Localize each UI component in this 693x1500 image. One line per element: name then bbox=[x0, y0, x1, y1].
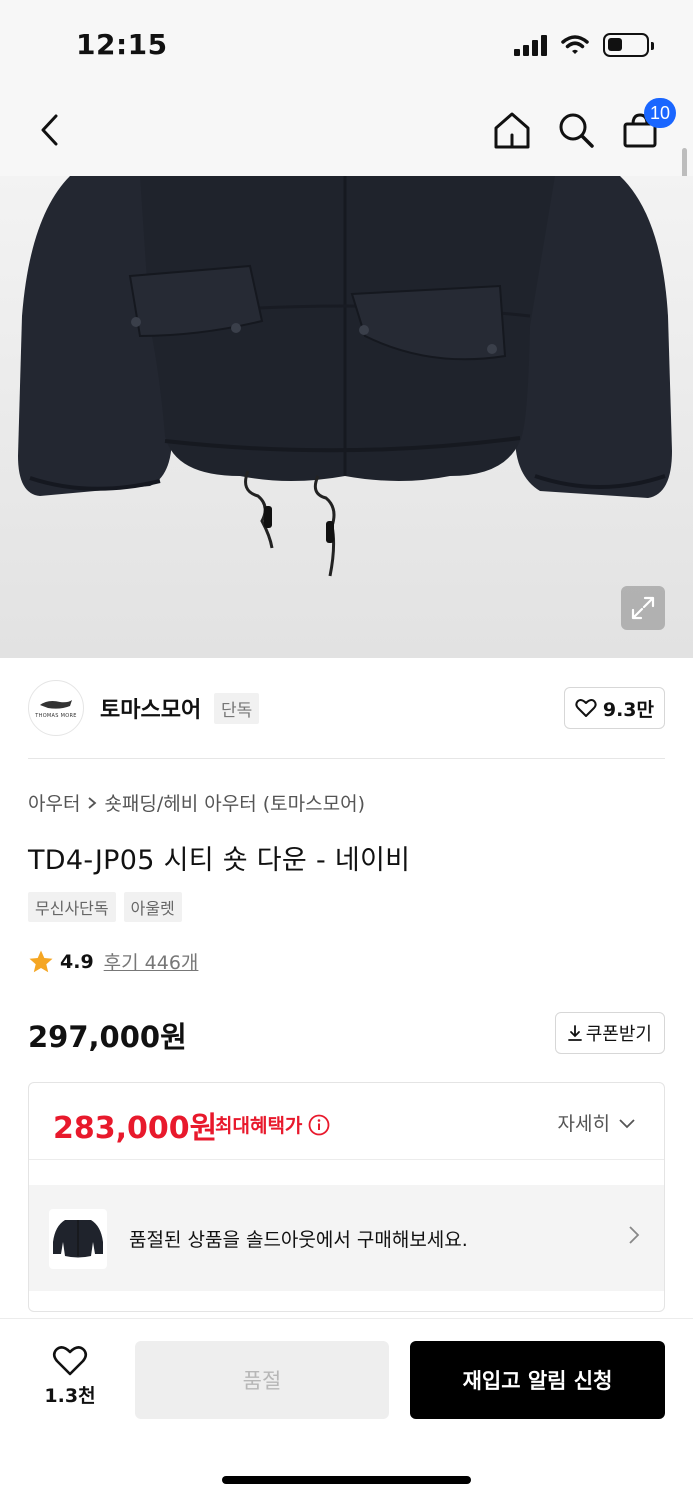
max-benefit-text: 최대혜택가 bbox=[215, 1115, 303, 1137]
product-image[interactable] bbox=[0, 176, 693, 658]
product-price: 297,000원 bbox=[28, 1020, 187, 1054]
brand-like-count: 9.3만 bbox=[602, 698, 654, 721]
breadcrumb: 아우터 숏패딩/헤비 아우터 (토마스모어) bbox=[28, 789, 365, 816]
brand-name[interactable]: 토마스모어 bbox=[100, 692, 201, 724]
left-pocket-flap bbox=[128, 264, 264, 338]
home-icon bbox=[494, 112, 530, 149]
rating: 4.9 후기 446개 bbox=[28, 948, 198, 975]
top-nav: 10 bbox=[0, 90, 693, 176]
status-bar: 12:15 bbox=[0, 0, 693, 90]
chevron-left-icon bbox=[41, 114, 58, 146]
soldout-promo-text: 품절된 상품을 솔드아웃에서 구매해보세요. bbox=[129, 1229, 468, 1251]
cart-count-badge: 10 bbox=[643, 98, 676, 128]
breadcrumb-category[interactable]: 아우터 bbox=[28, 789, 80, 816]
cart-button[interactable]: 10 bbox=[618, 98, 676, 152]
wishlist-count: 1.3천 bbox=[44, 1385, 96, 1407]
price-row: 297,000원 쿠폰받기 bbox=[28, 1012, 665, 1056]
heart-icon bbox=[52, 1346, 88, 1376]
whale-logo-icon bbox=[40, 700, 72, 709]
bottom-action-bar: 1.3천 품절 재입고 알림 신청 bbox=[0, 1318, 693, 1500]
search-icon bbox=[559, 113, 594, 148]
divider bbox=[28, 758, 665, 759]
info-icon[interactable] bbox=[308, 1114, 330, 1136]
search-button[interactable] bbox=[554, 108, 598, 152]
battery-icon bbox=[603, 33, 654, 57]
download-icon bbox=[567, 1025, 582, 1041]
jacket-illustration bbox=[18, 176, 672, 577]
product-title: TD4-JP05 시티 숏 다운 - 네이비 bbox=[28, 845, 411, 876]
jacket-thumbnail-icon bbox=[53, 1220, 103, 1258]
brand-row: THOMAS MORE 토마스모어 단독 9.3만 bbox=[28, 680, 665, 736]
product-tags: 무신사단독 아울렛 bbox=[28, 892, 182, 922]
rating-score: 4.9 bbox=[60, 950, 94, 973]
chevron-right-icon bbox=[629, 1226, 640, 1244]
wifi-icon bbox=[561, 35, 589, 54]
home-button[interactable] bbox=[490, 108, 534, 152]
heart-icon bbox=[575, 699, 597, 717]
promo-thumbnail bbox=[49, 1209, 107, 1269]
benefit-detail-toggle[interactable]: 자세히 bbox=[558, 1109, 636, 1136]
brand-logo-text: THOMAS MORE bbox=[35, 713, 77, 719]
review-link[interactable]: 후기 446개 bbox=[104, 948, 199, 975]
detail-label: 자세히 bbox=[557, 1113, 610, 1135]
back-button[interactable] bbox=[28, 108, 72, 152]
tag-musinsa-exclusive: 무신사단독 bbox=[28, 892, 116, 922]
wishlist-button[interactable]: 1.3천 bbox=[30, 1345, 110, 1408]
restock-alert-button[interactable]: 재입고 알림 신청 bbox=[410, 1341, 665, 1419]
breadcrumb-subcategory[interactable]: 숏패딩/헤비 아우터 (토마스모어) bbox=[104, 789, 365, 816]
status-icons bbox=[514, 33, 654, 57]
max-benefit-price: 283,000원 bbox=[53, 1111, 218, 1146]
cellular-signal-icon bbox=[514, 34, 547, 56]
chevron-down-icon bbox=[619, 1118, 635, 1128]
brand-logo[interactable]: THOMAS MORE bbox=[28, 680, 84, 736]
home-indicator bbox=[222, 1476, 471, 1484]
star-icon bbox=[29, 950, 53, 972]
brand-like-button[interactable]: 9.3만 bbox=[563, 687, 665, 729]
benefit-card: 283,000원 최대혜택가 자세히 품절된 상품을 솔드아웃에서 구매해보세요… bbox=[28, 1082, 665, 1312]
chevron-right-icon bbox=[88, 796, 97, 809]
coupon-button[interactable]: 쿠폰받기 bbox=[554, 1012, 665, 1054]
expand-icon bbox=[631, 596, 655, 620]
status-time: 12:15 bbox=[76, 28, 168, 61]
soldout-promo-banner[interactable]: 품절된 상품을 솔드아웃에서 구매해보세요. bbox=[29, 1185, 664, 1291]
tag-outlet: 아울렛 bbox=[123, 892, 182, 922]
coupon-label: 쿠폰받기 bbox=[585, 1024, 652, 1045]
exclusive-tag: 단독 bbox=[214, 693, 260, 724]
card-divider bbox=[29, 1159, 664, 1160]
max-benefit-label: 최대혜택가 bbox=[215, 1111, 330, 1138]
expand-image-button[interactable] bbox=[621, 586, 665, 630]
soldout-button: 품절 bbox=[135, 1341, 389, 1419]
